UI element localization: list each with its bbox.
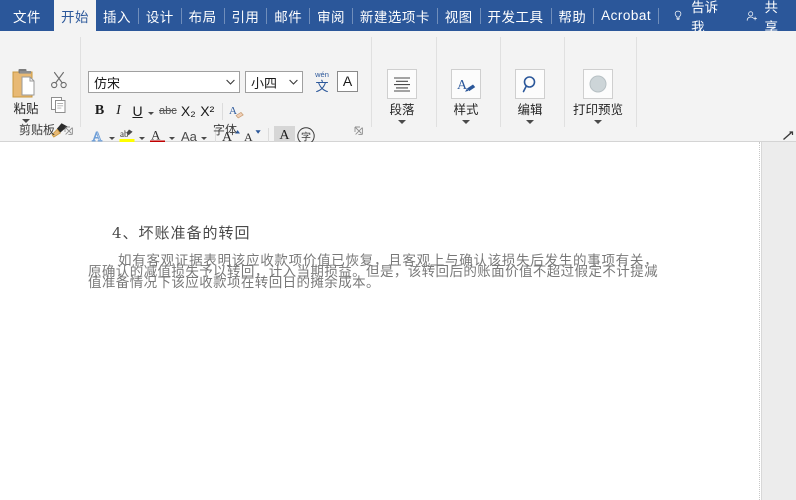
font-dialog-launcher-icon[interactable]: [354, 126, 364, 136]
font-size-value: 小四: [251, 75, 278, 91]
group-separator: [80, 37, 81, 127]
word-window: 文件 开始 插入 设计 布局 引用 邮件 审阅 新建选项卡 视图 开发工具 帮助…: [0, 0, 796, 500]
styles-group-button[interactable]: A 样式: [436, 69, 496, 124]
clipboard-dialog-launcher-icon[interactable]: [64, 126, 74, 136]
font-row-divider: [221, 102, 223, 120]
tab-mailings-label: 邮件: [274, 9, 303, 25]
tab-file[interactable]: 文件: [0, 0, 54, 31]
resize-handle-icon[interactable]: [782, 131, 794, 141]
tab-developer-label: 开发工具: [487, 9, 544, 25]
tab-home-label: 开始: [61, 9, 89, 25]
chevron-down-icon[interactable]: [289, 79, 298, 85]
cut-scissors-icon[interactable]: [50, 71, 68, 89]
print-preview-dropdown-caret[interactable]: [594, 120, 602, 124]
clipboard-group-label: 剪贴板: [18, 123, 55, 137]
tab-review[interactable]: 审阅: [310, 0, 352, 31]
tab-view[interactable]: 视图: [438, 0, 480, 31]
paste-label: 粘贴: [13, 102, 39, 116]
ribbon-body: 粘贴 剪贴板 仿宋 小四 wén 文 A B I U abc X₂ X² A A…: [0, 31, 796, 146]
editing-group-label: 编辑: [517, 103, 543, 117]
styles-group-label: 样式: [453, 103, 479, 117]
tab-home[interactable]: 开始: [54, 0, 96, 31]
lightbulb-icon: [674, 10, 682, 20]
tab-design[interactable]: 设计: [139, 0, 181, 31]
tab-acrobat-label: Acrobat: [601, 8, 652, 23]
print-preview-group-button[interactable]: 打印预览: [566, 69, 630, 124]
document-paragraph: 如有客观证据表明该应收款项价值已恢复，且客观上与确认该损失后发生的事项有关，原确…: [88, 253, 658, 291]
font-size-combobox[interactable]: 小四: [245, 71, 303, 93]
tab-acrobat[interactable]: Acrobat: [594, 0, 658, 31]
tab-new-tab-label: 新建选项卡: [359, 9, 430, 25]
tab-new-tab[interactable]: 新建选项卡: [353, 0, 437, 31]
ribbon-tab-bar: 文件 开始 插入 设计 布局 引用 邮件 审阅 新建选项卡 视图 开发工具 帮助…: [0, 0, 796, 35]
chevron-down-icon[interactable]: [226, 79, 235, 85]
tab-references-label: 引用: [231, 9, 260, 25]
document-page[interactable]: 4、坏账准备的转回 如有客观证据表明该应收款项价值已恢复，且客观上与确认该损失后…: [0, 142, 760, 500]
character-border-button[interactable]: A: [337, 71, 358, 92]
paste-icon: [12, 69, 35, 98]
font-group-label: 字体: [212, 123, 237, 137]
print-preview-icon: [589, 75, 607, 93]
superscript-button[interactable]: X²: [198, 101, 217, 121]
paragraph-icon-box: [387, 69, 417, 99]
styles-icon: A: [457, 78, 475, 93]
tab-design-label: 设计: [145, 9, 174, 25]
tab-file-label: 文件: [13, 9, 41, 25]
paragraph-group-label: 段落: [389, 103, 415, 117]
tab-review-label: 审阅: [317, 9, 346, 25]
svg-text:A: A: [229, 105, 237, 117]
tab-insert-label: 插入: [103, 9, 131, 25]
tab-help[interactable]: 帮助: [551, 0, 593, 31]
print-preview-icon-box: [583, 69, 613, 99]
search-icon: [522, 75, 535, 92]
paragraph-dropdown-caret[interactable]: [398, 120, 406, 124]
font-name-value: 仿宋: [94, 75, 121, 91]
copy-icon[interactable]: [50, 96, 68, 114]
underline-button[interactable]: U: [128, 101, 147, 121]
editing-group-button[interactable]: 编辑: [500, 69, 560, 124]
group-separator: [564, 37, 565, 127]
editing-dropdown-caret[interactable]: [526, 120, 534, 124]
tab-mailings[interactable]: 邮件: [267, 0, 309, 31]
subscript-button[interactable]: X₂: [179, 101, 198, 121]
paragraph-align-icon: [394, 77, 410, 92]
clear-formatting-icon[interactable]: A: [228, 102, 248, 120]
share-person-icon: [747, 10, 758, 21]
paragraph-group-button[interactable]: 段落: [372, 69, 432, 124]
tab-developer[interactable]: 开发工具: [481, 0, 551, 31]
tab-layout[interactable]: 布局: [182, 0, 224, 31]
strikethrough-button[interactable]: abc: [157, 101, 179, 121]
font-name-combobox[interactable]: 仿宋: [88, 71, 240, 93]
tab-references[interactable]: 引用: [224, 0, 266, 31]
print-preview-group-label: 打印预览: [572, 103, 623, 117]
document-area[interactable]: 4、坏账准备的转回 如有客观证据表明该应收款项价值已恢复，且客观上与确认该损失后…: [0, 131, 796, 500]
phonetic-guide-button[interactable]: wén 文: [311, 69, 333, 95]
document-heading: 4、坏账准备的转回: [112, 224, 251, 242]
tab-insert[interactable]: 插入: [96, 0, 138, 31]
editing-icon-box: [515, 69, 545, 99]
styles-icon-box: A: [451, 69, 481, 99]
bold-button[interactable]: B: [90, 101, 109, 121]
tab-view-label: 视图: [444, 9, 473, 25]
tab-bar-right-region: 告诉我 共享: [659, 0, 796, 35]
phonetic-char-label: 文: [315, 78, 329, 94]
group-separator: [636, 37, 637, 127]
tab-layout-label: 布局: [188, 9, 217, 25]
styles-dropdown-caret[interactable]: [462, 120, 470, 124]
font-format-row-1: B I U abc X₂ X² A: [90, 100, 248, 122]
paste-button[interactable]: 粘贴: [4, 67, 48, 123]
vertical-scroll-gutter[interactable]: [761, 142, 796, 500]
tab-help-label: 帮助: [558, 9, 587, 25]
italic-button[interactable]: I: [109, 101, 128, 121]
underline-dropdown-caret[interactable]: [148, 112, 154, 115]
phonetic-pinyin-label: wén: [315, 70, 329, 79]
